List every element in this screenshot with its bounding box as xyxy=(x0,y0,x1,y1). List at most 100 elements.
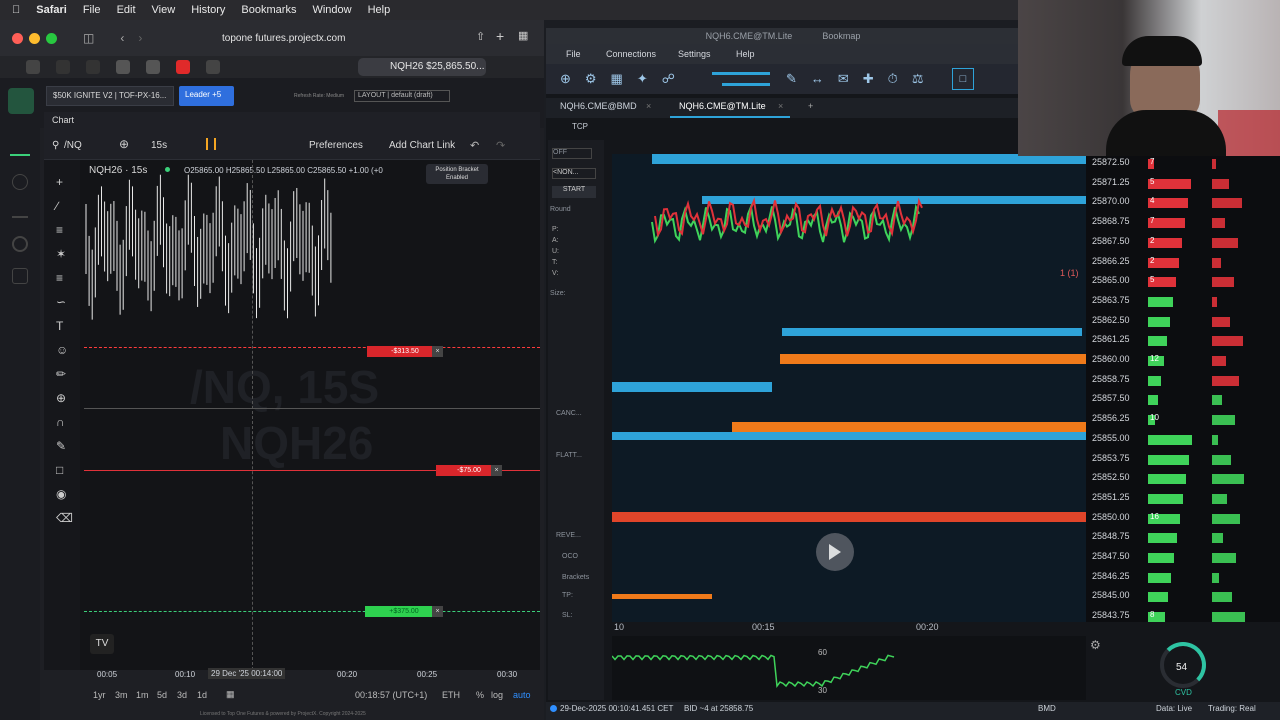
round-select[interactable]: Round xyxy=(550,206,571,213)
pinned-tab-icon[interactable] xyxy=(26,60,40,74)
sidebar-icon[interactable]: ◫ xyxy=(83,31,94,45)
menu-file[interactable]: File xyxy=(83,4,101,16)
settings-gear-icon[interactable]: ⚙ xyxy=(1090,638,1101,652)
calendar-icon[interactable]: ▦ xyxy=(226,689,235,700)
chart-tab[interactable]: Chart xyxy=(52,115,74,125)
flatten-button[interactable]: FLATT... xyxy=(556,452,582,459)
range-3m[interactable]: 3m xyxy=(115,690,128,700)
replay-play-button[interactable] xyxy=(816,533,854,571)
bm-menu-connections[interactable]: Connections xyxy=(606,49,656,59)
account-select[interactable]: <NON... xyxy=(552,168,596,179)
lock-icon[interactable]: □ xyxy=(56,458,80,482)
bookmap-tool-icons[interactable]: ⊕⚙▦✦☍ xyxy=(560,71,689,87)
menu-view[interactable]: View xyxy=(152,4,176,16)
auto-toggle[interactable]: auto xyxy=(513,690,531,700)
range-3d[interactable]: 3d xyxy=(177,690,187,700)
leader-button[interactable]: Leader +5 xyxy=(179,86,234,106)
zoom-in-icon[interactable]: ⊕ xyxy=(56,386,80,410)
cancel-entry-icon[interactable]: × xyxy=(432,346,443,357)
undo-icon[interactable]: ↶ xyxy=(470,139,479,152)
close-window-icon[interactable] xyxy=(12,32,23,44)
new-tab-icon[interactable]: + xyxy=(496,28,504,44)
entry-order-line[interactable] xyxy=(84,347,540,348)
url-field[interactable]: topone futures.projectx.com xyxy=(222,33,345,44)
menu-bookmarks[interactable]: Bookmarks xyxy=(241,4,296,16)
nav-help-icon[interactable] xyxy=(12,268,28,284)
emoji-icon[interactable]: ☺ xyxy=(56,338,80,362)
tab-overview-icon[interactable]: ▦ xyxy=(518,29,528,42)
trend-line-icon[interactable]: ∕ xyxy=(56,194,80,218)
layout-select[interactable]: LAYOUT | default (draft) xyxy=(354,90,450,102)
cancel-target-icon[interactable]: × xyxy=(432,606,443,617)
brush-icon[interactable]: ∽ xyxy=(56,290,80,314)
bm-tab-bmd[interactable]: NQH6.CME@BMD xyxy=(560,101,637,111)
candles-icon[interactable] xyxy=(206,138,216,150)
start-button[interactable]: START xyxy=(552,186,596,198)
sl-input[interactable]: SL: xyxy=(562,612,573,619)
range-1d[interactable]: 1d xyxy=(197,690,207,700)
stop-order-tag[interactable]: -$75.00 × xyxy=(436,465,502,476)
target-order-tag[interactable]: +$375.00 × xyxy=(365,606,443,617)
session-type[interactable]: ETH xyxy=(442,690,460,700)
menu-app-safari[interactable]: Safari xyxy=(36,4,67,16)
position-bracket-toggle[interactable]: Position Bracket Enabled xyxy=(426,164,488,184)
nav-chart-icon[interactable] xyxy=(10,140,30,156)
bm-add-tab-icon[interactable]: + xyxy=(808,101,813,111)
eye-icon[interactable]: ◉ xyxy=(56,482,80,506)
crosshair-icon[interactable]: + xyxy=(56,170,80,194)
cancel-stop-icon[interactable]: × xyxy=(491,465,502,476)
bm-tab-bmd-close-icon[interactable]: × xyxy=(646,101,651,111)
symbol-input[interactable]: /NQ xyxy=(64,140,82,151)
bm-tab-lite-close-icon[interactable]: × xyxy=(778,101,783,111)
range-5d[interactable]: 5d xyxy=(157,690,167,700)
entry-order-tag[interactable]: -$313.50 × xyxy=(367,346,443,357)
zoom-slider-bottom[interactable] xyxy=(722,83,770,86)
menu-edit[interactable]: Edit xyxy=(117,4,136,16)
log-toggle[interactable]: log xyxy=(491,690,503,700)
lock-drawings-icon[interactable]: ✎ xyxy=(56,434,80,458)
add-chart-link-button[interactable]: Add Chart Link xyxy=(389,140,455,151)
redo-icon[interactable]: ↷ xyxy=(496,139,505,152)
active-tab[interactable]: NQH26 $25,865.50... xyxy=(358,58,486,76)
gmail-tab-icon[interactable] xyxy=(56,60,70,74)
apple-menu-icon[interactable]:  xyxy=(12,4,20,16)
menu-window[interactable]: Window xyxy=(312,4,351,16)
nav-settings-icon[interactable] xyxy=(12,236,28,252)
ruler-icon[interactable]: ✏ xyxy=(56,362,80,386)
cancel-button[interactable]: CANC... xyxy=(556,410,582,417)
target-order-line[interactable] xyxy=(84,611,540,612)
youtube-tab-icon[interactable] xyxy=(176,60,190,74)
bm-tab-lite[interactable]: NQH6.CME@TM.Lite xyxy=(679,101,766,111)
range-1yr[interactable]: 1yr xyxy=(93,690,106,700)
range-1m[interactable]: 1m xyxy=(136,690,149,700)
tp-input[interactable]: TP: xyxy=(562,592,573,599)
text-icon[interactable]: T xyxy=(56,314,80,338)
pattern-icon[interactable]: ✶ xyxy=(56,242,80,266)
size-input[interactable]: Size: xyxy=(550,290,566,297)
account-selector[interactable]: $50K IGNITE V2 | TOF-PX-16... xyxy=(46,86,174,106)
bm-menu-help[interactable]: Help xyxy=(736,49,755,59)
bm-menu-file[interactable]: File xyxy=(566,49,581,59)
nav-users-icon[interactable] xyxy=(12,174,28,190)
fib-icon[interactable]: ≡ xyxy=(56,218,80,242)
cvd-subchart[interactable]: 60 30 xyxy=(611,636,1086,700)
drive-tab-icon[interactable] xyxy=(86,60,100,74)
trash-icon[interactable]: ⌫ xyxy=(56,506,80,530)
menu-history[interactable]: History xyxy=(191,4,225,16)
bm-menu-settings[interactable]: Settings xyxy=(678,49,711,59)
minimize-window-icon[interactable] xyxy=(29,32,40,44)
menu-help[interactable]: Help xyxy=(368,4,391,16)
forward-icon[interactable]: › xyxy=(138,31,142,45)
lock-icon[interactable]: □ xyxy=(952,68,974,90)
add-symbol-icon[interactable]: ⊕ xyxy=(119,137,129,151)
percent-toggle[interactable]: % xyxy=(476,690,484,700)
price-chart[interactable]: /NQ, 15S NQH26 xyxy=(80,160,540,670)
back-icon[interactable]: ‹ xyxy=(120,31,124,45)
preferences-button[interactable]: Preferences xyxy=(309,140,363,151)
bookmap-tool-icons-right[interactable]: ✎↔✉✚⏱⚖ xyxy=(786,71,937,87)
interval-select[interactable]: 15s xyxy=(151,140,167,151)
trade-mode-select[interactable]: OFF xyxy=(552,148,592,159)
reverse-button[interactable]: REVE... xyxy=(556,532,581,539)
wikipedia-tab-icon[interactable] xyxy=(206,60,220,74)
github-tab-icon[interactable] xyxy=(116,60,130,74)
